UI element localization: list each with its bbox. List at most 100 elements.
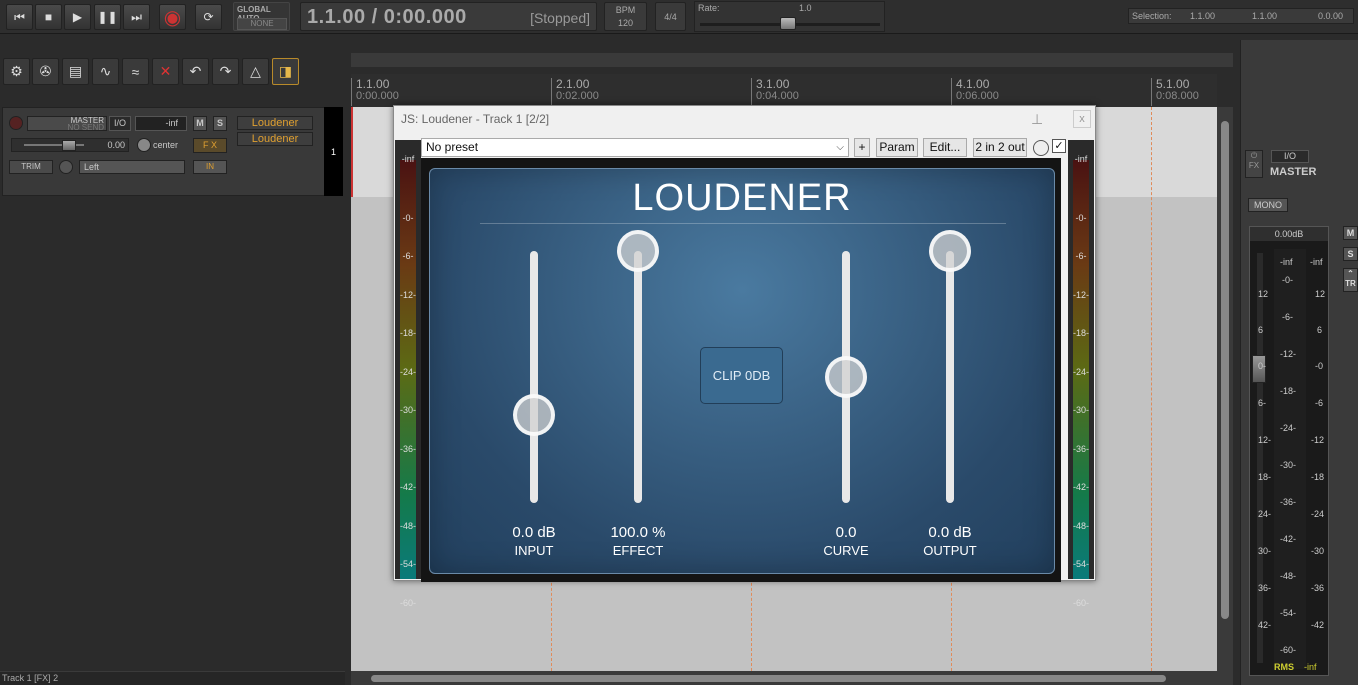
selection-length[interactable]: 0.0.00 (1318, 9, 1343, 23)
pause-icon: ❚❚ (97, 10, 118, 24)
track-number-strip: 1 (324, 107, 343, 196)
plugin-window-title: JS: Loudener - Track 1 [2/2] (401, 112, 550, 126)
repeat-button[interactable]: ⟳ (195, 4, 222, 30)
right-scale-mark: 12 (1315, 289, 1326, 299)
ruler-region-lane[interactable] (351, 53, 1233, 67)
global-automation[interactable]: GLOBAL AUTO NONE (233, 2, 290, 31)
solo-button[interactable]: S (213, 116, 227, 131)
pin-icon[interactable]: ⊥ (1031, 111, 1043, 128)
time-display[interactable]: 1.1.00 / 0:00.000 [Stopped] (300, 2, 597, 31)
selection-label: Selection: (1132, 11, 1172, 21)
output-slider-knob[interactable] (929, 230, 971, 272)
repeat-icon: ⟳ (203, 10, 214, 24)
open-project-icon[interactable]: ▤ (62, 58, 89, 85)
volume-knob[interactable] (62, 140, 76, 151)
add-preset-button[interactable]: + (854, 138, 870, 157)
master-io-button[interactable]: I/O (1271, 150, 1309, 163)
effect-label: EFFECT (612, 543, 664, 558)
fx-button[interactable]: F X (193, 138, 227, 153)
go-to-start-button[interactable]: ⏮ (6, 4, 33, 30)
go-to-end-button[interactable]: ⏭ (123, 4, 150, 30)
bypass-checkbox[interactable]: ✓ (1052, 139, 1066, 153)
preset-dropdown[interactable]: No preset ⌵ (421, 138, 849, 157)
output-slider-track[interactable] (946, 251, 954, 503)
selection-end[interactable]: 1.1.00 (1252, 9, 1277, 23)
track-list-empty[interactable] (0, 196, 345, 671)
phase-icon[interactable] (59, 160, 73, 174)
param-button[interactable]: Param (876, 138, 918, 157)
horizontal-scrollbar[interactable] (351, 671, 1233, 685)
ruler-time: 0:04.000 (756, 90, 799, 102)
waveform-icon[interactable]: ≈ (122, 58, 149, 85)
vertical-scrollbar[interactable] (1217, 107, 1233, 671)
undo-icon[interactable]: ↶ (182, 58, 209, 85)
selection-start[interactable]: 1.1.00 (1190, 9, 1215, 23)
input-select[interactable]: Left (79, 160, 185, 174)
fx-slot-1[interactable]: Loudener (237, 116, 313, 130)
io-button[interactable]: I/O (109, 116, 131, 131)
play-button[interactable]: ▶ (64, 4, 91, 30)
curve-slider-knob[interactable] (825, 356, 867, 398)
input-value: 0.0 dB (512, 524, 556, 541)
time-signature[interactable]: 4/4 (655, 2, 686, 31)
envelope-icon[interactable]: ∿ (92, 58, 119, 85)
io-routing-button[interactable]: 2 in 2 out (973, 138, 1027, 157)
edit-button[interactable]: Edit... (923, 138, 967, 157)
bpm-display[interactable]: BPM 120 (604, 2, 647, 31)
input-slider-knob[interactable] (513, 393, 555, 436)
master-fx-button[interactable]: ⏻ FX (1245, 150, 1263, 178)
plugin-window[interactable]: JS: Loudener - Track 1 [2/2] ⊥ x No pres… (393, 105, 1096, 608)
mono-button[interactable]: MONO (1248, 198, 1288, 212)
redo-icon[interactable]: ↷ (212, 58, 239, 85)
close-button[interactable]: x (1073, 110, 1091, 128)
delete-icon[interactable]: ✕ (152, 58, 179, 85)
track-panel[interactable]: MASTER NO SEND I/O -inf M S Loudener Lou… (2, 107, 342, 196)
playrate-control[interactable]: Rate: 1.0 (694, 1, 885, 32)
wet-knob[interactable] (1033, 140, 1049, 156)
timeline-ruler[interactable]: 1.1.00 0:00.000 2.1.00 0:02.000 3.1.00 0:04… (351, 74, 1217, 107)
master-mute-button[interactable]: M (1343, 226, 1358, 240)
render-icon[interactable]: ✇ (32, 58, 59, 85)
left-scale-mark: 6- (1258, 398, 1267, 408)
track-name[interactable]: MASTER NO SEND (27, 116, 107, 132)
rate-label: Rate: (698, 3, 720, 13)
rate-value: 1.0 (799, 3, 812, 13)
monitor-input-button[interactable]: IN (193, 160, 227, 174)
rate-slider-knob[interactable] (780, 17, 796, 30)
fx-slot-2[interactable]: Loudener (237, 132, 313, 146)
meter-scale-mark: -inf (1280, 257, 1293, 267)
project-settings-icon[interactable]: ⚙ (3, 58, 30, 85)
clip-0db-button[interactable]: CLIP 0DB (700, 347, 783, 404)
meter-scale-mark: -inf (1074, 154, 1088, 164)
ruler-mark: 2.1.00 0:02.000 (551, 78, 599, 106)
meter-scale-mark: -42- (1072, 482, 1089, 492)
play-state: [Stopped] (530, 10, 590, 26)
ruler-bar: 2.1.00 (556, 77, 590, 91)
pan-knob[interactable] (137, 138, 151, 152)
meter-scale-mark: -18- (1072, 328, 1089, 338)
master-trim-button[interactable]: ⌃ TR (1343, 268, 1358, 292)
volume-slider[interactable]: 0.00 (11, 138, 129, 152)
meter-scale-mark: -0- (402, 212, 414, 223)
input-slider-track[interactable] (530, 251, 538, 503)
meter-scale-mark: -36- (399, 443, 416, 454)
stop-button[interactable]: ■ (35, 4, 62, 30)
meter-scale-mark: -6- (1282, 312, 1293, 322)
master-solo-button[interactable]: S (1343, 247, 1358, 261)
trim-button[interactable]: TRIM (9, 160, 53, 174)
effect-slider-track[interactable] (634, 251, 642, 503)
pause-button[interactable]: ❚❚ (94, 4, 121, 30)
record-button[interactable]: ◉ (159, 4, 186, 30)
snap-icon[interactable]: ◨ (272, 58, 299, 85)
meter-scale-mark: -30- (1280, 460, 1297, 470)
effect-slider-knob[interactable] (617, 230, 659, 272)
track-name-sub: NO SEND (67, 123, 104, 132)
horizontal-scroll-thumb[interactable] (371, 675, 1166, 682)
right-scale-mark: -12 (1311, 435, 1325, 445)
mute-button[interactable]: M (193, 116, 207, 131)
vertical-scroll-thumb[interactable] (1221, 121, 1229, 619)
play-icon: ▶ (72, 10, 83, 24)
ruler-time: 0:06.000 (956, 90, 999, 102)
metronome-icon[interactable]: △ (242, 58, 269, 85)
record-arm-button[interactable] (9, 116, 23, 130)
